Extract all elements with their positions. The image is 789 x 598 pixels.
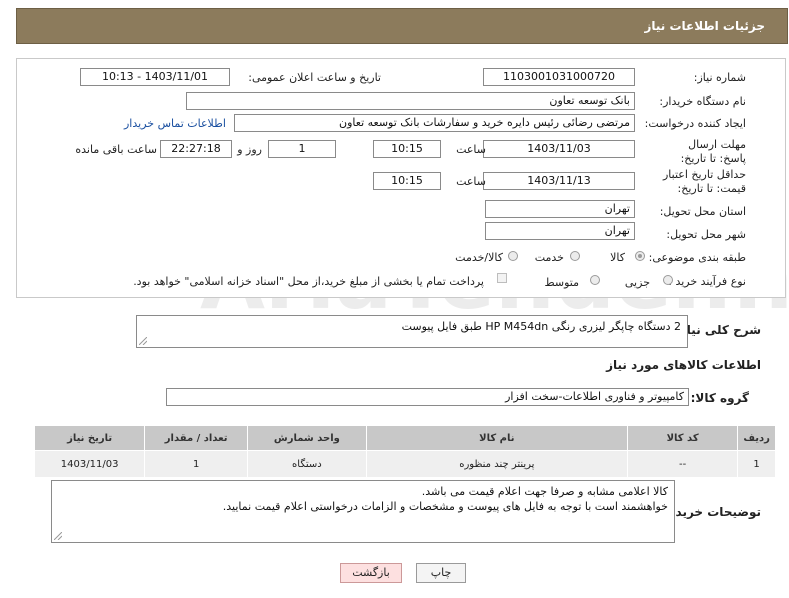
- goods-table-header: ردیف کد کالا نام کالا واحد شمارش تعداد /…: [33, 425, 776, 451]
- cell-item-code: --: [627, 450, 739, 478]
- page-header: جزئیات اطلاعات نیاز: [16, 8, 788, 44]
- process-label: نوع فرآیند خرید :: [668, 275, 746, 288]
- announce-label: تاریخ و ساعت اعلان عمومی:: [248, 71, 381, 84]
- back-button[interactable]: بازگشت: [340, 563, 402, 583]
- city-label: شهر محل تحویل:: [666, 228, 746, 241]
- goods-section-title: اطلاعات کالاهای مورد نیاز: [606, 358, 761, 372]
- deadline-time-label: ساعت: [456, 143, 486, 156]
- col-row-number: ردیف: [737, 425, 776, 451]
- buyer-notes-textarea[interactable]: کالا اعلامی مشابه و صرفا جهت اعلام قیمت …: [51, 480, 675, 543]
- description-text: 2 دستگاه چاپگر لیزری رنگی HP M454dn طبق …: [401, 320, 681, 333]
- category-service-label: خدمت: [534, 251, 564, 264]
- category-radio-service[interactable]: [570, 251, 580, 261]
- buyer-notes-line1: کالا اعلامی مشابه و صرفا جهت اعلام قیمت …: [421, 485, 668, 498]
- description-textarea[interactable]: 2 دستگاه چاپگر لیزری رنگی HP M454dn طبق …: [136, 315, 688, 348]
- col-item-code: کد کالا: [627, 425, 739, 451]
- validity-time-field: 10:15: [373, 172, 441, 190]
- col-quantity: تعداد / مقدار: [144, 425, 249, 451]
- need-number-label: شماره نیاز:: [693, 71, 746, 84]
- cell-quantity: 1: [144, 450, 249, 478]
- col-item-name: نام کالا: [365, 425, 629, 451]
- validity-label: حداقل تاریخ اعتبار قیمت: تا تاریخ:: [662, 168, 746, 195]
- goods-group-field: کامپیوتر و فناوری اطلاعات-سخت افزار: [166, 388, 689, 406]
- goods-group-label: گروه کالا:: [690, 391, 749, 405]
- validity-time-label: ساعت: [456, 175, 486, 188]
- cell-need-date: 1403/11/03: [33, 450, 146, 478]
- table-row: 1 -- پرینتر چند منظوره دستگاه 1 1403/11/…: [33, 450, 776, 478]
- resize-grip-icon[interactable]: [139, 337, 147, 345]
- deadline-date-field: 1403/11/03: [483, 140, 635, 158]
- cell-unit: دستگاه: [247, 450, 367, 478]
- days-label: روز و: [237, 143, 262, 156]
- process-radio-minor[interactable]: [663, 275, 673, 285]
- treasury-payment-checkbox[interactable]: [497, 273, 507, 283]
- city-field: تهران: [485, 222, 635, 240]
- cell-row-number: 1: [737, 450, 776, 478]
- print-button[interactable]: چاپ: [416, 563, 466, 583]
- cell-item-name: پرینتر چند منظوره: [365, 450, 629, 478]
- creator-field: مرتضی رضائی رئیس دایره خرید و سفارشات با…: [234, 114, 635, 132]
- resize-grip-icon[interactable]: [54, 532, 62, 540]
- category-goods-label: کالا: [610, 251, 625, 264]
- col-need-date: تاریخ نیاز: [33, 425, 146, 451]
- category-label: طبقه بندی موضوعی:: [648, 251, 746, 264]
- goods-table: ردیف کد کالا نام کالا واحد شمارش تعداد /…: [33, 425, 776, 478]
- category-both-label: کالا/خدمت: [455, 251, 503, 264]
- announce-field: 1403/11/01 - 10:13: [80, 68, 230, 86]
- deadline-time-field: 10:15: [373, 140, 441, 158]
- province-label: استان محل تحویل:: [659, 205, 746, 218]
- province-field: تهران: [485, 200, 635, 218]
- process-medium-label: متوسط: [544, 276, 579, 289]
- deadline-label: مهلت ارسال پاسخ: تا تاریخ:: [680, 138, 746, 165]
- days-field: 1: [268, 140, 336, 158]
- category-radio-both[interactable]: [508, 251, 518, 261]
- buyer-label: نام دستگاه خریدار:: [659, 95, 746, 108]
- validity-date-field: 1403/11/13: [483, 172, 635, 190]
- buyer-notes-line2: خواهشمند است با توجه به فایل های پیوست و…: [222, 500, 668, 513]
- process-minor-label: جزیی: [624, 276, 650, 289]
- page-title: جزئیات اطلاعات نیاز: [644, 19, 765, 33]
- category-radio-goods[interactable]: [635, 251, 645, 261]
- need-number-field: 1103001031000720: [483, 68, 635, 86]
- buyer-field: بانک توسعه تعاون: [186, 92, 635, 110]
- treasury-payment-note: پرداخت تمام یا بخشی از مبلغ خرید،از محل …: [133, 275, 484, 288]
- buyer-contact-link[interactable]: اطلاعات تماس خریدار: [124, 117, 226, 130]
- col-unit: واحد شمارش: [247, 425, 367, 451]
- remaining-time-field: 22:27:18: [160, 140, 232, 158]
- process-radio-medium[interactable]: [590, 275, 600, 285]
- creator-label: ایجاد کننده درخواست:: [644, 117, 746, 130]
- remaining-label: ساعت باقی مانده: [75, 143, 157, 156]
